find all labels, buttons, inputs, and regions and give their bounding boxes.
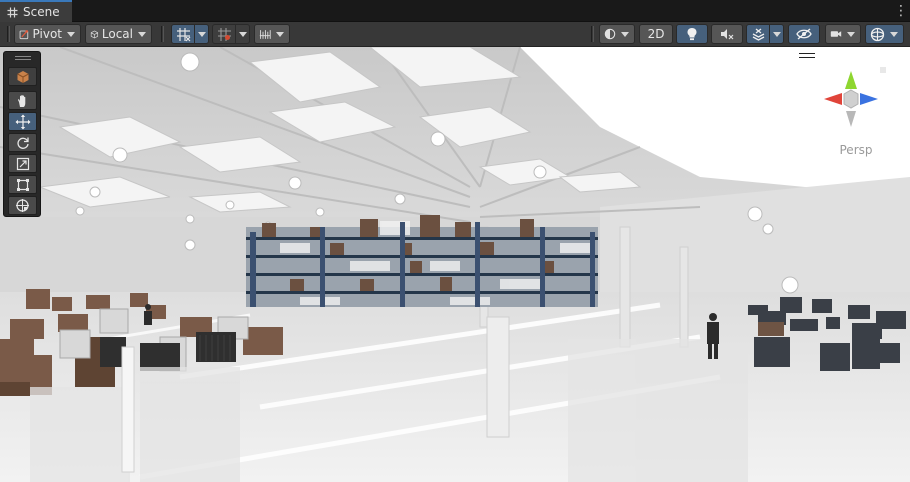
lightbulb-icon xyxy=(687,28,697,41)
local-label: Local xyxy=(101,27,133,41)
chevron-down-icon xyxy=(772,31,781,37)
gizmo-sphere-icon xyxy=(870,27,885,41)
tab-bar: Scene ⋮ xyxy=(0,0,910,22)
camera-settings-dropdown[interactable] xyxy=(825,24,861,44)
cube-orange-icon xyxy=(16,70,29,83)
scene-toolbar: Pivot Local 2D xyxy=(0,22,910,47)
scene-effects-toggle[interactable] xyxy=(746,24,770,44)
layers-effects-icon xyxy=(752,28,764,41)
grid-hash-icon xyxy=(7,7,18,17)
transform-tool-button[interactable] xyxy=(8,196,37,215)
local-dropdown[interactable]: Local xyxy=(85,24,152,44)
projection-label[interactable]: Persp xyxy=(834,143,878,157)
eye-hidden-icon xyxy=(796,28,812,40)
move-arrows-icon xyxy=(15,114,30,129)
toolbar-grip xyxy=(591,26,594,42)
pivot-label: Pivot xyxy=(32,27,62,41)
tool-palette xyxy=(3,51,41,217)
2d-mode-label: 2D xyxy=(647,27,665,41)
move-tool-button[interactable] xyxy=(8,112,37,131)
pivot-dropdown[interactable]: Pivot xyxy=(14,24,81,44)
view-tool-button[interactable] xyxy=(8,91,37,110)
camera-icon xyxy=(830,31,842,37)
grid-snapping-toggle[interactable] xyxy=(171,24,195,44)
chevron-down-icon xyxy=(847,31,855,37)
chevron-down-icon xyxy=(890,31,898,37)
gizmo-z-axis xyxy=(860,93,878,105)
hand-icon xyxy=(17,94,25,107)
warehouse-scene-render xyxy=(0,47,910,482)
gizmo-x-axis xyxy=(824,93,842,105)
scene-lighting-toggle[interactable] xyxy=(676,24,708,44)
increment-snap-toggle[interactable] xyxy=(212,24,236,44)
rect-tool-button[interactable] xyxy=(8,175,37,194)
scene-viewport[interactable]: Persp xyxy=(0,47,910,482)
draw-mode-dropdown[interactable] xyxy=(599,24,635,44)
grid-snap-icon xyxy=(176,27,190,41)
rect-transform-icon xyxy=(16,178,29,191)
gizmo-y-axis xyxy=(845,71,857,89)
tab-scene[interactable]: Scene xyxy=(0,0,72,22)
increment-snap-menu[interactable] xyxy=(236,24,250,44)
palette-drag-handle[interactable] xyxy=(15,56,31,60)
grid-snapping-menu[interactable] xyxy=(195,24,209,44)
2d-mode-toggle[interactable]: 2D xyxy=(639,24,673,44)
toolbar-grip xyxy=(161,26,164,42)
rotate-icon xyxy=(16,137,29,149)
transform-all-icon xyxy=(16,199,29,212)
scene-effects-menu[interactable] xyxy=(770,24,784,44)
chevron-down-icon xyxy=(138,31,146,37)
chevron-down-icon xyxy=(621,31,629,37)
scene-visibility-toggle[interactable] xyxy=(788,24,820,44)
chevron-down-icon xyxy=(67,31,75,37)
view-options-button[interactable] xyxy=(8,67,37,86)
toolbar-grip xyxy=(7,26,10,42)
pivot-icon xyxy=(19,29,29,39)
gizmos-dropdown[interactable] xyxy=(865,24,904,44)
kebab-menu-icon[interactable]: ⋮ xyxy=(894,3,908,19)
increment-snap-icon xyxy=(217,27,231,41)
gizmo-menu-icon[interactable] xyxy=(799,53,815,58)
chevron-down-icon xyxy=(197,31,206,37)
tab-scene-label: Scene xyxy=(23,5,60,19)
rotate-tool-button[interactable] xyxy=(8,133,37,152)
scene-audio-toggle[interactable] xyxy=(711,24,743,44)
chevron-down-icon xyxy=(276,31,284,37)
cube-icon xyxy=(90,30,99,38)
ruler-grid-icon xyxy=(259,29,271,39)
scale-tool-button[interactable] xyxy=(8,154,37,173)
chevron-down-icon xyxy=(238,31,247,37)
grid-visibility-dropdown[interactable] xyxy=(254,24,290,44)
shading-sphere-icon xyxy=(604,28,616,40)
scale-icon xyxy=(16,157,29,170)
orientation-gizmo[interactable] xyxy=(818,66,884,132)
audio-mute-icon xyxy=(721,29,734,40)
gizmo-neg-y-axis xyxy=(846,111,856,127)
